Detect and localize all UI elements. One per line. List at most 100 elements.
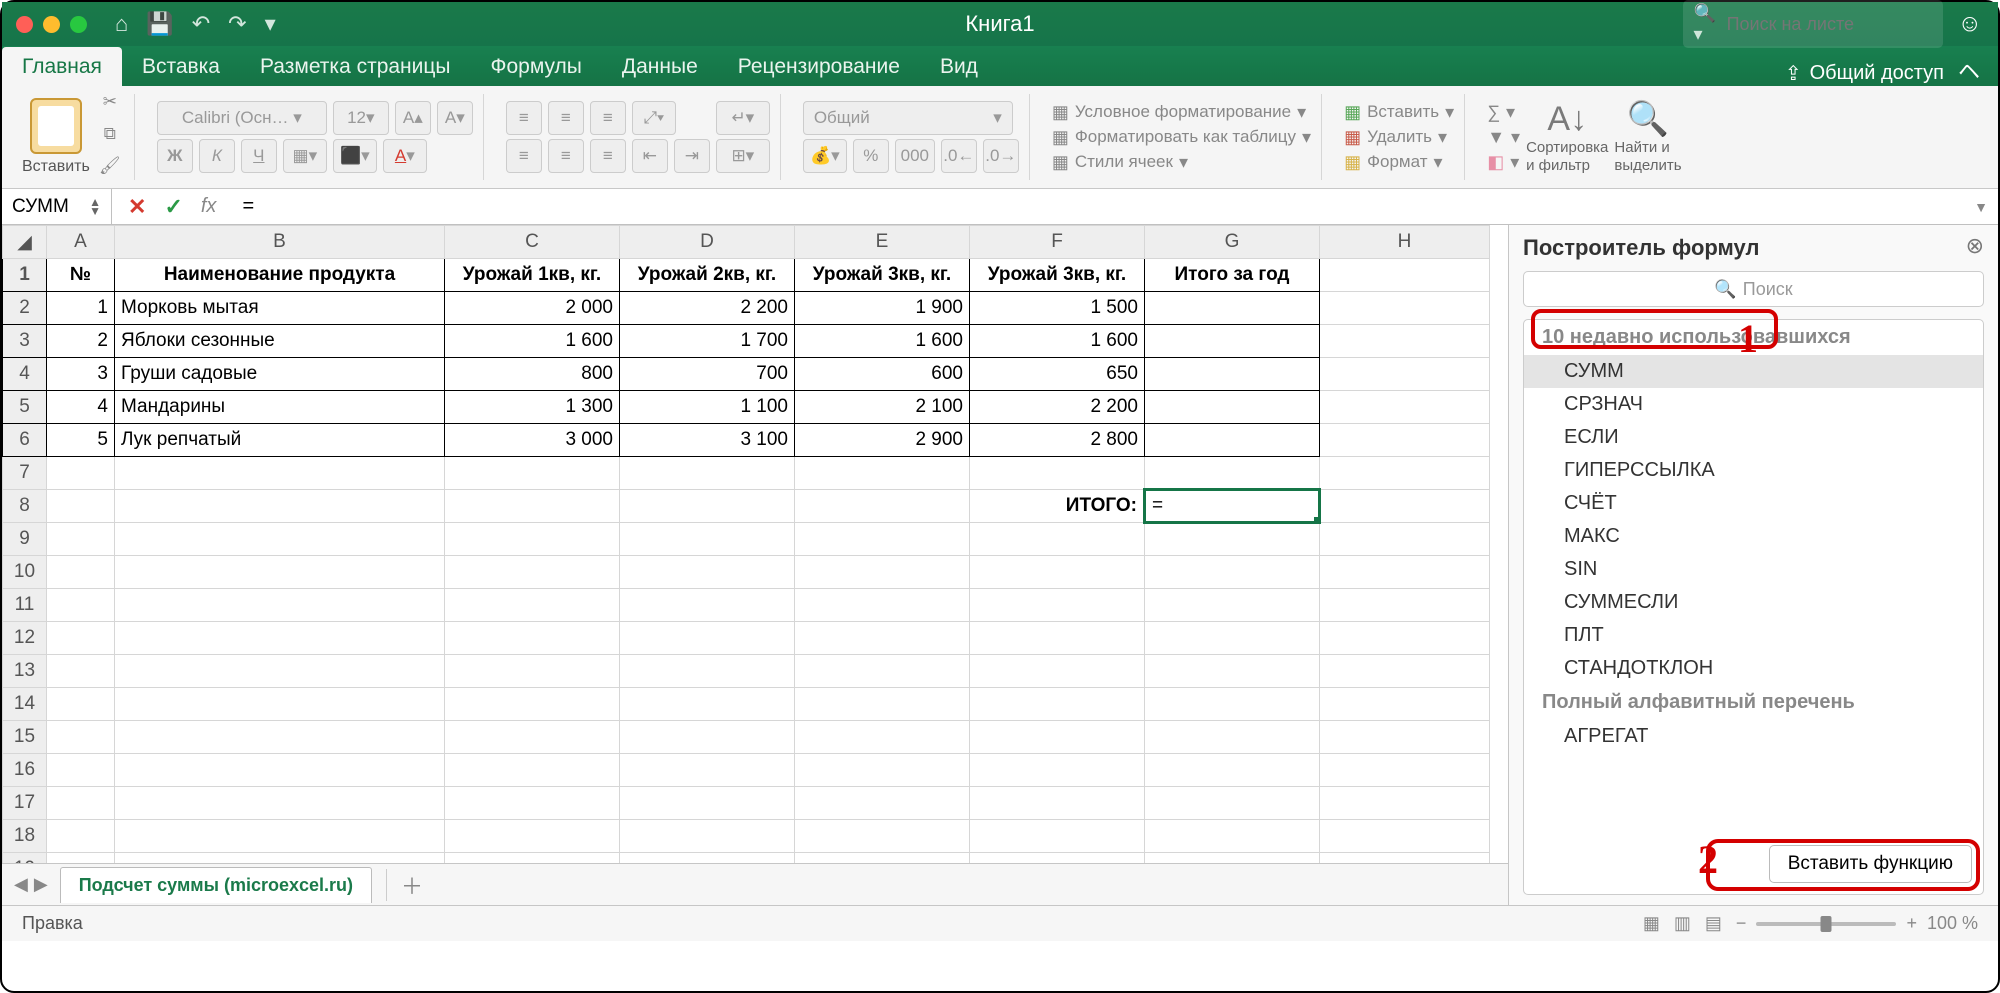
col-F[interactable]: F bbox=[970, 226, 1145, 259]
tab-review[interactable]: Рецензирование bbox=[718, 47, 920, 86]
function-item-МАКС[interactable]: МАКС bbox=[1524, 520, 1983, 553]
undo-icon[interactable]: ↶ bbox=[192, 11, 210, 37]
name-box[interactable]: СУММ ▲▼ bbox=[2, 189, 112, 224]
font-color-dropdown[interactable]: А▾ bbox=[383, 139, 427, 173]
insert-cells-icon[interactable]: ▦ bbox=[1344, 102, 1361, 123]
close-window[interactable] bbox=[16, 16, 33, 33]
align-top-icon[interactable]: ≡ bbox=[506, 101, 542, 135]
function-item-SIN[interactable]: SIN bbox=[1524, 553, 1983, 586]
minimize-window[interactable] bbox=[43, 16, 60, 33]
redo-icon[interactable]: ↷ bbox=[228, 11, 246, 37]
number-format-dropdown[interactable]: Общий▾ bbox=[803, 101, 1013, 135]
borders-dropdown[interactable]: ▦▾ bbox=[283, 139, 327, 173]
col-B[interactable]: B bbox=[115, 226, 445, 259]
col-A[interactable]: A bbox=[47, 226, 115, 259]
view-page-break-icon[interactable]: ▤ bbox=[1705, 913, 1722, 934]
align-middle-icon[interactable]: ≡ bbox=[548, 101, 584, 135]
search-input[interactable] bbox=[1727, 14, 1934, 35]
grid[interactable]: ◢ AB CD EF GH 1 №Наименование продуктаУр… bbox=[2, 225, 1490, 863]
row-12[interactable]: 12 bbox=[3, 622, 47, 655]
fill-icon[interactable]: ▼ bbox=[1487, 127, 1505, 148]
function-item-СЧЁТ[interactable]: СЧЁТ bbox=[1524, 487, 1983, 520]
function-list[interactable]: 10 недавно использовавшихся СУММСРЗНАЧЕС… bbox=[1523, 319, 1984, 895]
sheet-search[interactable]: 🔍▾ bbox=[1683, 0, 1943, 48]
underline-button[interactable]: Ч bbox=[241, 139, 277, 173]
function-item-СРЗНАЧ[interactable]: СРЗНАЧ bbox=[1524, 388, 1983, 421]
decrease-font-icon[interactable]: A▾ bbox=[437, 101, 473, 135]
row-8[interactable]: 8 bbox=[3, 490, 47, 523]
col-G[interactable]: G bbox=[1145, 226, 1320, 259]
function-item-СТАНДОТКЛОН[interactable]: СТАНДОТКЛОН bbox=[1524, 652, 1983, 685]
delete-cells-label[interactable]: Удалить bbox=[1367, 127, 1432, 147]
col-C[interactable]: C bbox=[445, 226, 620, 259]
zoom-control[interactable]: − + 100 % bbox=[1736, 913, 1978, 934]
function-item-АГРЕГАТ[interactable]: АГРЕГАТ bbox=[1524, 720, 1983, 753]
row-14[interactable]: 14 bbox=[3, 688, 47, 721]
col-E[interactable]: E bbox=[795, 226, 970, 259]
clear-icon[interactable]: ◧ bbox=[1487, 152, 1504, 173]
save-icon[interactable]: 💾 bbox=[146, 11, 173, 37]
row-11[interactable]: 11 bbox=[3, 589, 47, 622]
delete-cells-icon[interactable]: ▦ bbox=[1344, 127, 1361, 148]
row-19[interactable]: 19 bbox=[3, 853, 47, 864]
decrease-decimal-icon[interactable]: .0→ bbox=[983, 139, 1019, 173]
col-H[interactable]: H bbox=[1320, 226, 1490, 259]
zoom-out-icon[interactable]: − bbox=[1736, 913, 1747, 934]
close-builder-icon[interactable]: ⊗ bbox=[1966, 233, 1984, 259]
qat-dropdown-icon[interactable]: ▾ bbox=[265, 11, 276, 37]
row-4[interactable]: 4 bbox=[3, 358, 47, 391]
fx-icon[interactable]: fx bbox=[201, 195, 217, 218]
row-9[interactable]: 9 bbox=[3, 523, 47, 556]
add-sheet-icon[interactable]: ＋ bbox=[386, 869, 437, 901]
row-5[interactable]: 5 bbox=[3, 391, 47, 424]
zoom-in-icon[interactable]: + bbox=[1906, 913, 1917, 934]
row-13[interactable]: 13 bbox=[3, 655, 47, 688]
prev-sheet-icon[interactable]: ◀ bbox=[14, 874, 28, 895]
cell-styles-icon[interactable]: ▦ bbox=[1052, 152, 1069, 173]
formula-bar-expand-icon[interactable]: ▼ bbox=[1974, 199, 1988, 215]
comma-style-button[interactable]: 000 bbox=[895, 139, 935, 173]
formula-input[interactable]: = bbox=[232, 195, 1974, 218]
orientation-dropdown[interactable]: ⤢▾ bbox=[632, 101, 676, 135]
row-18[interactable]: 18 bbox=[3, 820, 47, 853]
maximize-window[interactable] bbox=[70, 16, 87, 33]
cell-styles-label[interactable]: Стили ячеек bbox=[1075, 152, 1173, 172]
align-center-icon[interactable]: ≡ bbox=[548, 139, 584, 173]
builder-search[interactable]: 🔍 Поиск bbox=[1523, 271, 1984, 307]
name-box-stepper-icon[interactable]: ▲▼ bbox=[89, 198, 101, 215]
col-D[interactable]: D bbox=[620, 226, 795, 259]
increase-font-icon[interactable]: A▴ bbox=[395, 101, 431, 135]
insert-function-button[interactable]: Вставить функцию bbox=[1769, 845, 1972, 883]
view-normal-icon[interactable]: ▦ bbox=[1643, 913, 1660, 934]
tab-view[interactable]: Вид bbox=[920, 47, 998, 86]
cond-format-icon[interactable]: ▦ bbox=[1052, 102, 1069, 123]
share-button[interactable]: ⇪Общий доступ bbox=[1785, 61, 1944, 86]
sort-filter-button[interactable]: A↓ Сортировка и фильтр bbox=[1526, 100, 1608, 174]
home-icon[interactable]: ⌂ bbox=[115, 11, 128, 37]
wrap-text-dropdown[interactable]: ↵▾ bbox=[716, 101, 770, 135]
select-all-corner[interactable]: ◢ bbox=[3, 226, 47, 259]
view-page-layout-icon[interactable]: ▥ bbox=[1674, 913, 1691, 934]
align-bottom-icon[interactable]: ≡ bbox=[590, 101, 626, 135]
function-item-ГИПЕРССЫЛКА[interactable]: ГИПЕРССЫЛКА bbox=[1524, 454, 1983, 487]
row-2[interactable]: 2 bbox=[3, 292, 47, 325]
row-3[interactable]: 3 bbox=[3, 325, 47, 358]
function-item-СУММЕСЛИ[interactable]: СУММЕСЛИ bbox=[1524, 586, 1983, 619]
font-dropdown[interactable]: Calibri (Осн… ▾ bbox=[157, 101, 327, 135]
align-left-icon[interactable]: ≡ bbox=[506, 139, 542, 173]
row-7[interactable]: 7 bbox=[3, 457, 47, 490]
increase-decimal-icon[interactable]: .0← bbox=[941, 139, 977, 173]
row-17[interactable]: 17 bbox=[3, 787, 47, 820]
collapse-ribbon-icon[interactable]: ヘ bbox=[1958, 54, 1980, 86]
cancel-formula-icon[interactable]: ✕ bbox=[128, 194, 146, 220]
tab-formulas[interactable]: Формулы bbox=[471, 47, 602, 86]
decrease-indent-icon[interactable]: ⇤ bbox=[632, 139, 668, 173]
font-size-dropdown[interactable]: 12▾ bbox=[333, 101, 389, 135]
fill-color-dropdown[interactable]: ⬛▾ bbox=[333, 139, 377, 173]
currency-dropdown[interactable]: 💰▾ bbox=[803, 139, 847, 173]
format-painter-icon[interactable]: 🖌 bbox=[96, 156, 124, 182]
align-right-icon[interactable]: ≡ bbox=[590, 139, 626, 173]
autosum-icon[interactable]: ∑ bbox=[1487, 102, 1500, 123]
function-item-ЕСЛИ[interactable]: ЕСЛИ bbox=[1524, 421, 1983, 454]
row-6[interactable]: 6 bbox=[3, 424, 47, 457]
